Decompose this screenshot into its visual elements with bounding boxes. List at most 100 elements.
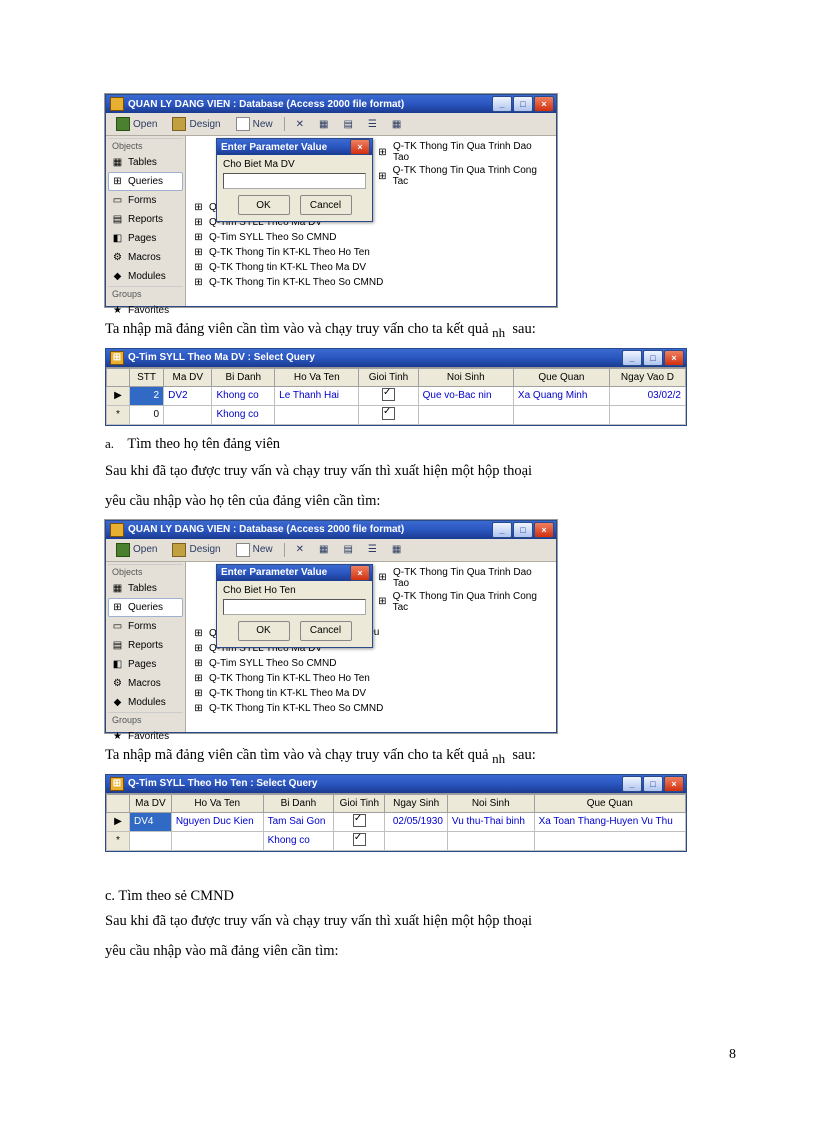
query-item[interactable]: ⊞Q-TK Thong Tin Qua Trinh Dao Tao [376, 566, 550, 590]
sidebar-item-tables[interactable]: ▦Tables [108, 153, 183, 172]
cell[interactable]: Tam Sai Gon [263, 812, 334, 831]
maximize-button[interactable]: □ [643, 776, 663, 792]
sidebar-item-favorites[interactable]: ★Favorites [108, 301, 183, 320]
query-item[interactable]: ⊞Q-TK Thong Tin Qua Trinh Cong Tac [376, 164, 550, 188]
query-item[interactable]: ⊞Q-Tim SYLL Theo So CMND [192, 230, 550, 245]
col-header[interactable]: Que Quan [534, 794, 685, 812]
row-selector[interactable]: * [107, 405, 130, 424]
col-header[interactable]: Noi Sinh [418, 368, 513, 386]
cell[interactable] [534, 831, 685, 850]
toolbar-open-button[interactable]: Open [110, 540, 163, 560]
minimize-button[interactable]: _ [492, 522, 512, 538]
query-item[interactable]: ⊞Q-TK Thong Tin KT-KL Theo So CMND [192, 275, 550, 290]
sidebar-item-forms[interactable]: ▭Forms [108, 617, 183, 636]
toolbar-view-large-icon[interactable]: ▦ [313, 114, 334, 134]
toolbar-view-small-icon[interactable]: ▤ [337, 540, 358, 560]
cell[interactable]: 0 [130, 405, 164, 424]
sidebar-item-tables[interactable]: ▦Tables [108, 579, 183, 598]
toolbar-view-list-icon[interactable]: ☰ [362, 114, 383, 134]
cell-checkbox[interactable] [359, 386, 418, 405]
cell[interactable] [275, 405, 359, 424]
sidebar-item-pages[interactable]: ◧Pages [108, 229, 183, 248]
cell[interactable]: Le Thanh Hai [275, 386, 359, 405]
cell[interactable]: Khong co [212, 386, 275, 405]
cell[interactable]: Xa Toan Thang-Huyen Vu Thu [534, 812, 685, 831]
cell[interactable]: Khong co [263, 831, 334, 850]
sidebar-item-reports[interactable]: ▤Reports [108, 210, 183, 229]
table-row[interactable]: * 0 Khong co [107, 405, 686, 424]
query-item[interactable]: ⊞Q-TK Thong Tin KT-KL Theo Ho Ten [192, 245, 550, 260]
toolbar-delete-button[interactable]: ✕ [290, 540, 310, 560]
sidebar-item-pages[interactable]: ◧Pages [108, 655, 183, 674]
sidebar-item-macros[interactable]: ⚙Macros [108, 674, 183, 693]
cell[interactable]: Xa Quang Minh [513, 386, 609, 405]
cell[interactable] [385, 831, 447, 850]
maximize-button[interactable]: □ [513, 522, 533, 538]
toolbar-view-list-icon[interactable]: ☰ [362, 540, 383, 560]
toolbar-new-button[interactable]: New [230, 114, 279, 134]
cell[interactable] [447, 831, 534, 850]
parameter-input[interactable] [223, 599, 366, 615]
query-item[interactable]: ⊞Q-Tim SYLL Theo So CMND [192, 656, 550, 671]
cell[interactable]: DV4 [130, 812, 172, 831]
toolbar-view-details-icon[interactable]: ▦ [386, 114, 407, 134]
datasheet[interactable]: STT Ma DV Bi Danh Ho Va Ten Gioi Tinh No… [106, 367, 686, 425]
toolbar-view-large-icon[interactable]: ▦ [313, 540, 334, 560]
dialog-ok-button[interactable]: OK [238, 195, 290, 215]
cell[interactable]: 2 [130, 386, 164, 405]
cell[interactable]: Khong co [212, 405, 275, 424]
col-header[interactable]: Que Quan [513, 368, 609, 386]
cell[interactable]: 02/05/1930 [385, 812, 447, 831]
sidebar-item-favorites[interactable]: ★Favorites [108, 727, 183, 746]
col-header[interactable]: Ma DV [164, 368, 212, 386]
sidebar-item-modules[interactable]: ◆Modules [108, 267, 183, 286]
cell-checkbox[interactable] [334, 812, 385, 831]
col-header[interactable]: Ma DV [130, 794, 172, 812]
cell[interactable]: Que vo-Bac nin [418, 386, 513, 405]
sidebar-item-queries[interactable]: ⊞Queries [108, 598, 183, 617]
toolbar-view-details-icon[interactable]: ▦ [386, 540, 407, 560]
cell[interactable] [513, 405, 609, 424]
cell[interactable]: Vu thu-Thai binh [447, 812, 534, 831]
cell[interactable] [164, 405, 212, 424]
datasheet[interactable]: Ma DV Ho Va Ten Bi Danh Gioi Tinh Ngay S… [106, 793, 686, 851]
sidebar-item-queries[interactable]: ⊞Queries [108, 172, 183, 191]
row-selector[interactable]: ▶ [107, 812, 130, 831]
close-button[interactable]: × [664, 350, 684, 366]
row-selector[interactable]: ▶ [107, 386, 130, 405]
parameter-input[interactable] [223, 173, 366, 189]
close-button[interactable]: × [534, 96, 554, 112]
col-header[interactable]: Gioi Tinh [334, 794, 385, 812]
table-row[interactable]: ▶ 2 DV2 Khong co Le Thanh Hai Que vo-Bac… [107, 386, 686, 405]
col-header[interactable]: STT [130, 368, 164, 386]
sidebar-item-reports[interactable]: ▤Reports [108, 636, 183, 655]
col-header[interactable]: Noi Sinh [447, 794, 534, 812]
dialog-close-button[interactable]: × [350, 139, 370, 155]
close-button[interactable]: × [534, 522, 554, 538]
query-item[interactable]: ⊞Q-TK Thong Tin KT-KL Theo Ho Ten [192, 671, 550, 686]
col-header[interactable]: Ngay Sinh [385, 794, 447, 812]
table-row[interactable]: * Khong co [107, 831, 686, 850]
toolbar-new-button[interactable]: New [230, 540, 279, 560]
sidebar-item-macros[interactable]: ⚙Macros [108, 248, 183, 267]
col-header[interactable]: Gioi Tinh [359, 368, 418, 386]
col-header[interactable]: Ngay Vao D [609, 368, 685, 386]
col-header[interactable]: Bi Danh [212, 368, 275, 386]
cell[interactable] [418, 405, 513, 424]
close-button[interactable]: × [664, 776, 684, 792]
dialog-cancel-button[interactable]: Cancel [300, 195, 352, 215]
table-row[interactable]: ▶ DV4 Nguyen Duc Kien Tam Sai Gon 02/05/… [107, 812, 686, 831]
sidebar-item-modules[interactable]: ◆Modules [108, 693, 183, 712]
cell-checkbox[interactable] [334, 831, 385, 850]
sidebar-item-forms[interactable]: ▭Forms [108, 191, 183, 210]
toolbar-delete-button[interactable]: ✕ [290, 114, 310, 134]
maximize-button[interactable]: □ [513, 96, 533, 112]
minimize-button[interactable]: _ [622, 776, 642, 792]
dialog-ok-button[interactable]: OK [238, 621, 290, 641]
query-item[interactable]: ⊞Q-TK Thong tin KT-KL Theo Ma DV [192, 686, 550, 701]
query-item[interactable]: ⊞Q-TK Thong Tin Qua Trinh Dao Tao [376, 140, 550, 164]
toolbar-open-button[interactable]: Open [110, 114, 163, 134]
cell[interactable]: Nguyen Duc Kien [171, 812, 263, 831]
toolbar-view-small-icon[interactable]: ▤ [337, 114, 358, 134]
col-header[interactable]: Ho Va Ten [275, 368, 359, 386]
